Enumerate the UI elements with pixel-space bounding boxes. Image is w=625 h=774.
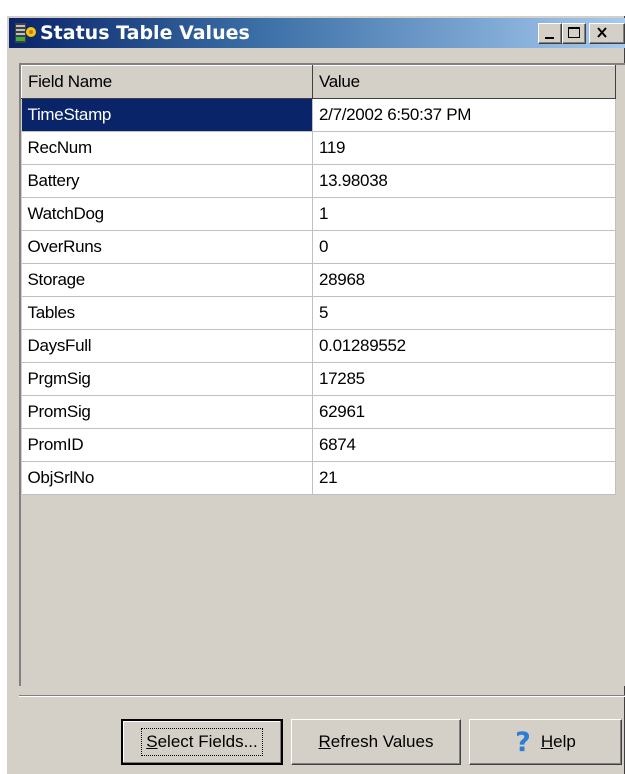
table-row[interactable]: PrgmSig 17285 (21, 362, 616, 396)
field-name-cell[interactable]: WatchDog (21, 197, 313, 231)
table-row[interactable]: OverRuns 0 (21, 230, 616, 264)
status-table-window: Status Table Values Field Name Value Tim… (6, 15, 625, 774)
field-name-cell[interactable]: PrgmSig (21, 362, 313, 396)
table-row[interactable]: DaysFull 0.01289552 (21, 329, 616, 363)
help-label: Help (540, 732, 576, 751)
value-cell[interactable]: 6874 (312, 428, 616, 462)
field-name-cell[interactable]: Battery (21, 164, 313, 198)
app-icon (15, 23, 36, 43)
field-name-cell[interactable]: ObjSrlNo (21, 461, 313, 495)
value-cell[interactable]: 0 (312, 230, 616, 264)
field-name-cell[interactable]: PromSig (21, 395, 313, 429)
value-cell[interactable]: 5 (312, 296, 616, 330)
divider (19, 695, 625, 697)
value-cell[interactable]: 119 (312, 131, 616, 165)
value-cell[interactable]: 0.01289552 (312, 329, 616, 363)
help-question-icon: ? (515, 726, 531, 758)
table-row[interactable]: Tables 5 (21, 296, 616, 330)
value-cell[interactable]: 62961 (312, 395, 616, 429)
value-cell[interactable]: 21 (312, 461, 616, 495)
table-row[interactable]: PromID 6874 (21, 428, 616, 462)
table-row[interactable]: PromSig 62961 (21, 395, 616, 429)
field-name-cell[interactable]: Tables (21, 296, 313, 330)
field-name-cell[interactable]: DaysFull (21, 329, 313, 363)
table-row[interactable]: ObjSrlNo 21 (21, 461, 616, 495)
status-grid[interactable]: Field Name Value TimeStamp 2/7/2002 6:50… (19, 63, 625, 686)
value-cell[interactable]: 17285 (312, 362, 616, 396)
field-name-cell[interactable]: OverRuns (21, 230, 313, 264)
refresh-values-label: Refresh Values (318, 732, 434, 751)
value-cell[interactable]: 1 (312, 197, 616, 231)
close-button[interactable] (589, 23, 625, 44)
minimize-button[interactable] (538, 23, 562, 44)
maximize-icon (568, 27, 580, 38)
field-name-cell[interactable]: TimeStamp (21, 98, 313, 132)
table-row[interactable]: Battery 13.98038 (21, 164, 616, 198)
column-header-value[interactable]: Value (312, 65, 616, 99)
maximize-button[interactable] (562, 23, 586, 44)
status-table: Field Name Value TimeStamp 2/7/2002 6:50… (21, 65, 616, 495)
field-name-cell[interactable]: PromID (21, 428, 313, 462)
help-button[interactable]: ? Help (469, 719, 622, 765)
window-title: Status Table Values (40, 22, 250, 44)
minimize-icon (545, 37, 554, 39)
value-cell[interactable]: 13.98038 (312, 164, 616, 198)
select-fields-button[interactable]: Select Fields... (121, 719, 283, 765)
table-row[interactable]: TimeStamp 2/7/2002 6:50:37 PM (21, 98, 616, 132)
title-bar[interactable]: Status Table Values (9, 18, 625, 48)
close-icon (597, 27, 607, 38)
field-name-cell[interactable]: Storage (21, 263, 313, 297)
value-cell[interactable]: 28968 (312, 263, 616, 297)
table-row[interactable]: Storage 28968 (21, 263, 616, 297)
header-row: Field Name Value (21, 65, 616, 99)
field-name-cell[interactable]: RecNum (21, 131, 313, 165)
column-header-field-name[interactable]: Field Name (21, 65, 313, 99)
table-row[interactable]: WatchDog 1 (21, 197, 616, 231)
value-cell[interactable]: 2/7/2002 6:50:37 PM (312, 98, 616, 132)
refresh-values-button[interactable]: Refresh Values (291, 719, 461, 765)
select-fields-label: Select Fields... (141, 728, 263, 756)
table-row[interactable]: RecNum 119 (21, 131, 616, 165)
